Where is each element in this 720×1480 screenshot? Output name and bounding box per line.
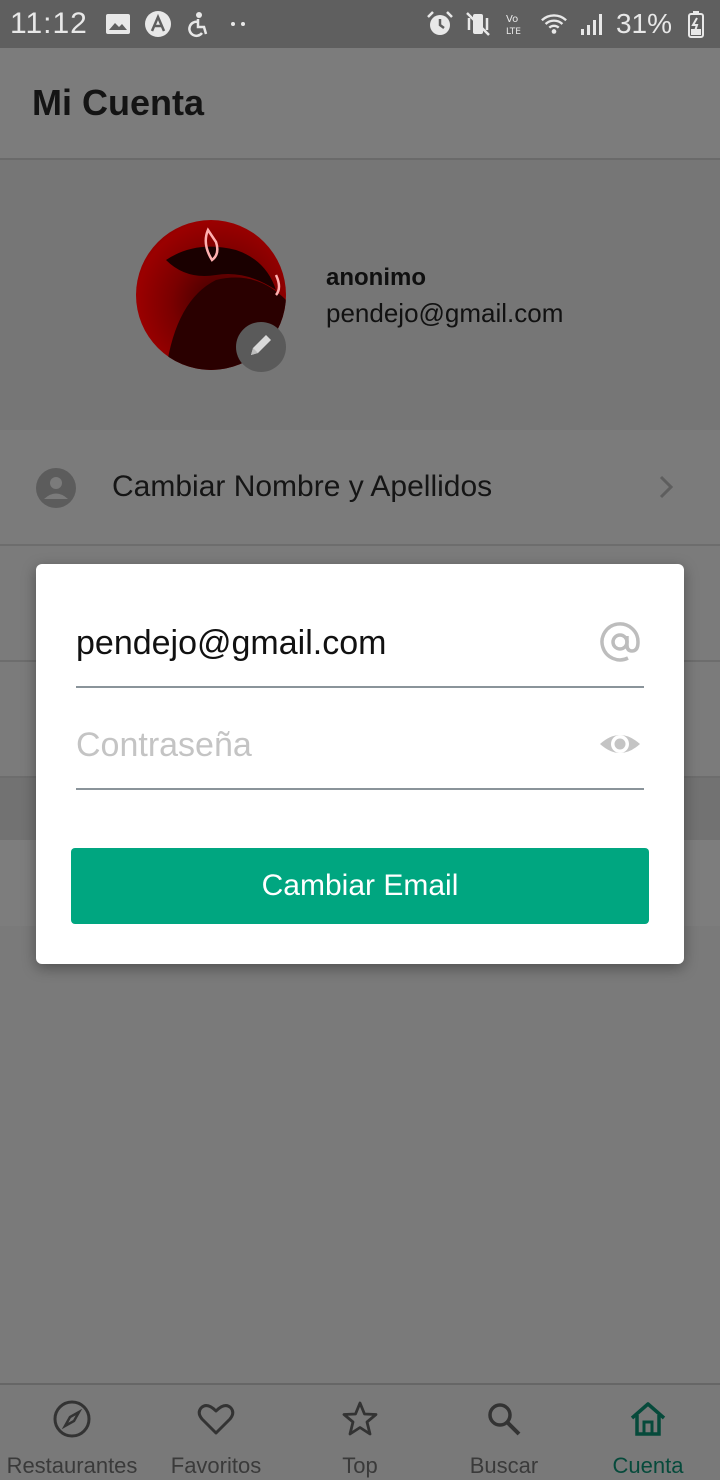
nav-item-favoritos[interactable]: Favoritos [144, 1385, 288, 1480]
alarm-icon [426, 10, 454, 38]
status-left-icons [104, 10, 252, 38]
battery-icon [682, 10, 710, 38]
edit-avatar-button[interactable] [236, 322, 286, 372]
email-field[interactable]: pendejo@gmail.com [76, 616, 644, 688]
more-dots-icon [224, 10, 252, 38]
app-icon [144, 10, 172, 38]
option-change-name[interactable]: Cambiar Nombre y Apellidos [0, 430, 720, 546]
option-label: Cambiar Nombre y Apellidos [112, 470, 493, 503]
accessibility-icon [184, 10, 212, 38]
nav-item-cuenta[interactable]: Cuenta [576, 1385, 720, 1480]
wifi-icon [540, 10, 568, 38]
nav-label: Cuenta [612, 1453, 684, 1478]
profile-name: anonimo [326, 264, 426, 291]
nav-label: Favoritos [170, 1453, 262, 1478]
svg-text:Vo: Vo [506, 14, 518, 25]
nav-label: Restaurantes [6, 1453, 138, 1478]
profile-header: anonimo pendejo@gmail.com [0, 160, 720, 430]
volte-icon: Vo LTE [502, 10, 530, 38]
compass-icon [52, 1399, 92, 1439]
svg-text:LTE: LTE [506, 27, 521, 37]
nav-label: Buscar [469, 1453, 539, 1478]
pencil-icon [246, 330, 276, 365]
chevron-right-icon [658, 474, 674, 505]
account-circle-icon [36, 468, 76, 508]
heart-icon [196, 1399, 236, 1439]
password-field[interactable]: Contraseña [76, 718, 644, 790]
change-email-dialog: pendejo@gmail.com Contraseña Cambiar Ema… [36, 564, 684, 964]
page-title: Mi Cuenta [32, 82, 205, 123]
nav-item-restaurantes[interactable]: Restaurantes [0, 1385, 144, 1480]
status-bar: 11:12 Vo LTE 31% [0, 0, 720, 48]
nav-item-top[interactable]: Top [288, 1385, 432, 1480]
bottom-nav: Restaurantes Favoritos Top Buscar Cuenta [0, 1383, 720, 1480]
profile-email: pendejo@gmail.com [326, 298, 564, 328]
password-input[interactable]: Contraseña [76, 726, 252, 765]
at-icon [598, 620, 642, 664]
battery-percent: 31% [615, 8, 672, 39]
change-email-button[interactable]: Cambiar Email [71, 848, 649, 924]
email-input[interactable]: pendejo@gmail.com [76, 624, 386, 663]
status-right-icons: Vo LTE 31% [426, 8, 710, 40]
home-icon [628, 1399, 668, 1439]
image-icon [104, 10, 132, 38]
app-bar: Mi Cuenta [0, 48, 720, 160]
status-time: 11:12 [10, 7, 88, 40]
nav-label: Top [342, 1453, 378, 1478]
star-icon [340, 1399, 380, 1439]
eye-icon[interactable] [598, 722, 642, 766]
nav-item-buscar[interactable]: Buscar [432, 1385, 576, 1480]
search-icon [484, 1399, 524, 1439]
vibrate-icon [464, 10, 492, 38]
signal-icon [578, 10, 606, 38]
